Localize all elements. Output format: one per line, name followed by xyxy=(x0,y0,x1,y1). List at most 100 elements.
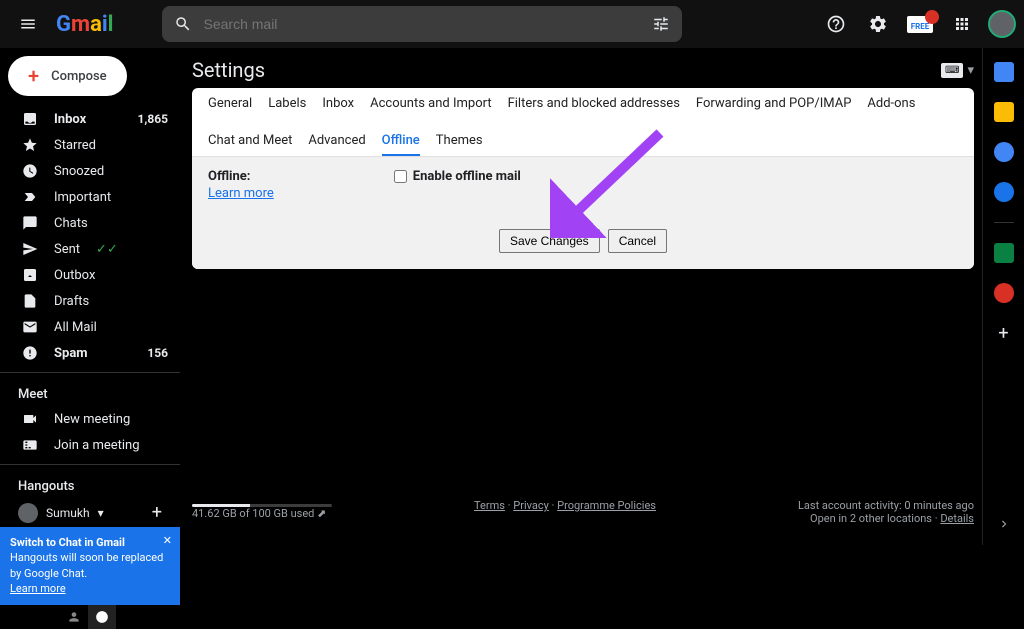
tasks-app-icon[interactable] xyxy=(994,142,1014,162)
close-banner-button[interactable]: ✕ xyxy=(163,533,172,548)
tune-icon[interactable] xyxy=(652,15,670,33)
meet-label: Join a meeting xyxy=(54,438,140,453)
bottom-tabs xyxy=(0,605,180,629)
tab-advanced[interactable]: Advanced xyxy=(308,133,365,156)
gmail-m-icon: Gmail xyxy=(56,12,114,37)
help-icon xyxy=(826,14,846,34)
activity-text: Last account activity: 0 minutes ago xyxy=(798,499,974,512)
cancel-button[interactable]: Cancel xyxy=(608,229,667,253)
hangouts-username: Sumukh xyxy=(46,506,90,520)
tab-themes[interactable]: Themes xyxy=(436,133,483,156)
nav-snoozed[interactable]: Snoozed xyxy=(0,158,180,184)
meet-header: Meet xyxy=(0,379,180,406)
search-bar[interactable] xyxy=(162,6,682,42)
privacy-link[interactable]: Privacy xyxy=(513,499,549,512)
checks-icon: ✓✓ xyxy=(96,242,118,257)
get-addons-button[interactable]: + xyxy=(998,323,1008,344)
compose-button[interactable]: + Compose xyxy=(8,56,127,96)
header: Gmail FREE xyxy=(0,0,1024,48)
banner-learn-more[interactable]: Learn more xyxy=(10,582,66,595)
open-storage-icon[interactable]: ⬈ xyxy=(317,507,326,520)
mail-icon xyxy=(22,319,38,335)
details-link[interactable]: Details xyxy=(940,512,974,525)
nav-outbox[interactable]: Outbox xyxy=(0,262,180,288)
addon1-icon[interactable] xyxy=(994,243,1014,263)
tab-filters-and-blocked-addresses[interactable]: Filters and blocked addresses xyxy=(508,96,680,117)
hamburger-icon xyxy=(19,15,37,33)
addon2-icon[interactable] xyxy=(994,283,1014,303)
account-avatar[interactable] xyxy=(988,10,1016,38)
nav-drafts[interactable]: Drafts xyxy=(0,288,180,314)
nav-label: Chats xyxy=(54,216,88,231)
hangouts-tab[interactable] xyxy=(88,605,116,629)
keep-app-icon[interactable] xyxy=(994,102,1014,122)
main-content: Settings ⌨ ▾ General Labels Inbox Accounts … xyxy=(180,48,982,545)
tab-accounts-and-import[interactable]: Accounts and Import xyxy=(370,96,491,117)
nav-important[interactable]: Important xyxy=(0,184,180,210)
input-tools-button[interactable]: ⌨ xyxy=(941,63,963,78)
offline-label: Offline: xyxy=(208,169,250,184)
clock-icon xyxy=(22,163,38,179)
nav-spam[interactable]: Spam156 xyxy=(0,340,180,366)
free-badge[interactable]: FREE xyxy=(904,8,936,40)
sidebar: + Compose Inbox1,865 Starred SnoozedImport… xyxy=(0,48,180,545)
rail-divider xyxy=(994,222,1014,223)
meet-new-meeting[interactable]: New meeting xyxy=(0,406,180,432)
plus-icon: + xyxy=(28,66,39,86)
learn-more-link[interactable]: Learn more xyxy=(208,186,274,201)
contacts-app-icon[interactable] xyxy=(994,182,1014,202)
important-icon xyxy=(22,189,38,205)
tab-offline[interactable]: Offline xyxy=(382,133,420,156)
tab-general[interactable]: General xyxy=(208,96,252,117)
tab-labels[interactable]: Labels xyxy=(268,96,306,117)
search-input[interactable] xyxy=(204,16,640,32)
file-icon xyxy=(22,293,38,309)
tab-forwarding-and-pop-imap[interactable]: Forwarding and POP/IMAP xyxy=(696,96,852,117)
calendar-app-icon[interactable] xyxy=(994,62,1014,82)
settings-panel: General Labels Inbox Accounts and Import Fil… xyxy=(192,88,974,269)
nav-label: Spam xyxy=(54,346,88,361)
inbox-icon xyxy=(22,111,38,127)
spam-icon xyxy=(22,345,38,361)
nav-starred[interactable]: Starred xyxy=(0,132,180,158)
star-icon xyxy=(22,137,38,153)
nav-sent[interactable]: Sent✓✓ xyxy=(0,236,180,262)
apps-button[interactable] xyxy=(946,8,978,40)
nav-label: Starred xyxy=(54,138,96,153)
hangouts-user[interactable]: Sumukh ▾ + xyxy=(0,498,180,527)
settings-button[interactable] xyxy=(862,8,894,40)
meet-label: New meeting xyxy=(54,412,130,427)
tab-add-ons[interactable]: Add-ons xyxy=(867,96,915,117)
page-title: Settings xyxy=(192,58,265,82)
nav-inbox[interactable]: Inbox1,865 xyxy=(0,106,180,132)
main-menu-button[interactable] xyxy=(8,4,48,44)
nav-all-mail[interactable]: All Mail xyxy=(0,314,180,340)
chevron-down-icon[interactable]: ▾ xyxy=(967,63,974,78)
save-changes-button[interactable]: Save Changes xyxy=(499,229,600,253)
nav-label: Drafts xyxy=(54,294,89,309)
chevron-down-icon: ▾ xyxy=(98,506,104,520)
enable-offline-checkbox[interactable]: Enable offline mail xyxy=(394,169,521,184)
terms-link[interactable]: Terms xyxy=(474,499,505,512)
tab-inbox[interactable]: Inbox xyxy=(322,96,354,117)
send-icon xyxy=(22,241,38,257)
keyboard-icon xyxy=(22,437,38,453)
support-button[interactable] xyxy=(820,8,852,40)
add-contact-button[interactable]: + xyxy=(152,502,162,523)
offline-checkbox-input[interactable] xyxy=(394,170,407,183)
contacts-tab[interactable] xyxy=(60,605,88,629)
user-avatar-icon xyxy=(18,503,38,523)
tab-chat-and-meet[interactable]: Chat and Meet xyxy=(208,133,292,156)
meet-join-a-meeting[interactable]: Join a meeting xyxy=(0,432,180,458)
nav-count: 1,865 xyxy=(138,112,169,126)
gmail-logo[interactable]: Gmail xyxy=(56,12,114,37)
storage-text: 41.62 GB of 100 GB used xyxy=(192,507,314,520)
nav-chats[interactable]: Chats xyxy=(0,210,180,236)
nav-label: Outbox xyxy=(54,268,95,283)
outbox-icon xyxy=(22,267,38,283)
banner-title: Switch to Chat in Gmail xyxy=(10,536,125,549)
hide-panel-button[interactable] xyxy=(997,517,1011,535)
chat-icon xyxy=(22,215,38,231)
banner-body: Hangouts will soon be replaced by Google… xyxy=(10,551,163,579)
policies-link[interactable]: Programme Policies xyxy=(557,499,656,512)
